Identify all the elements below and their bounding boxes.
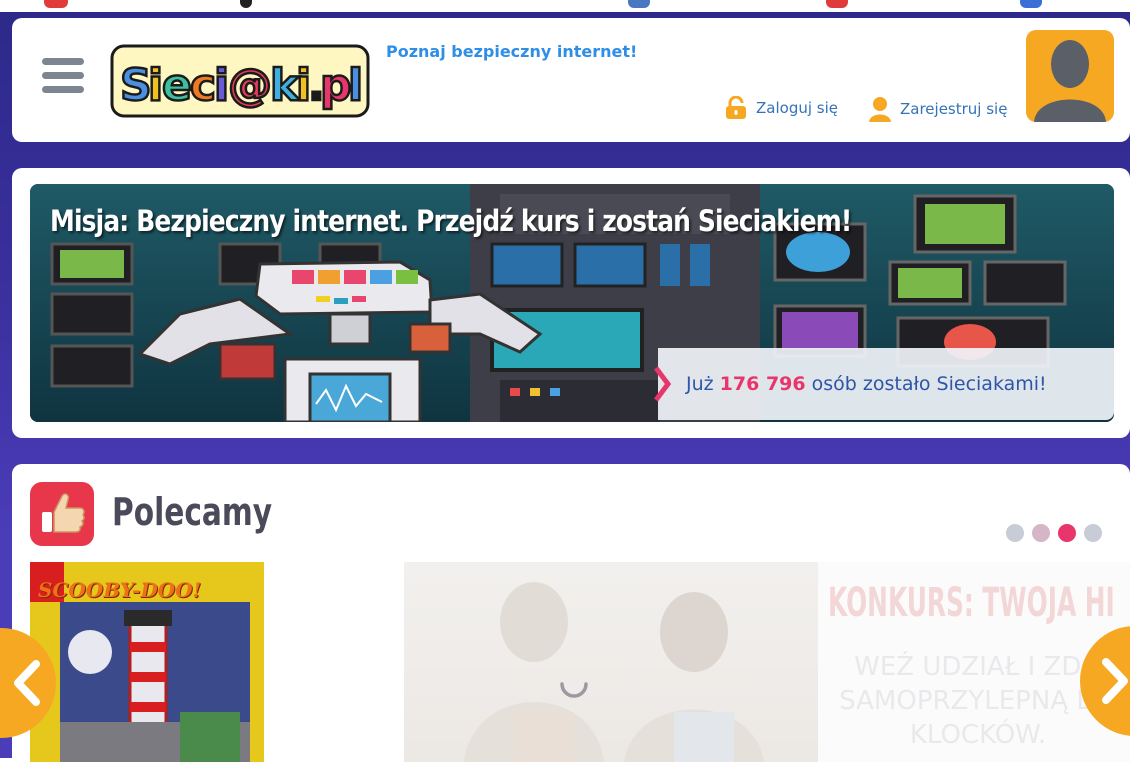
- bookmark-icon[interactable]: [44, 0, 68, 8]
- carousel-dot[interactable]: [1084, 524, 1102, 542]
- counter-suffix: osób zostało Sieciakami!: [811, 373, 1047, 395]
- register-label: Zarejestruj się: [900, 100, 1008, 118]
- bookmark-icon[interactable]: [240, 0, 252, 8]
- sieciaki-counter: Już 176 796 osób zostało Sieciakami!: [654, 348, 1114, 420]
- user-silhouette-icon: [1034, 40, 1106, 122]
- svg-text:i: i: [214, 60, 229, 111]
- login-label: Zaloguj się: [756, 99, 838, 117]
- avatar[interactable]: [1026, 30, 1114, 122]
- counter-prefix: Już: [686, 373, 714, 395]
- carousel-slide-loading[interactable]: [404, 562, 818, 762]
- register-link[interactable]: Zarejestruj się: [868, 96, 1007, 122]
- counter-text: Już 176 796 osób zostało Sieciakami!: [686, 373, 1047, 395]
- lego-box-title: SCOOBY-DOO!: [38, 578, 202, 602]
- mission-banner[interactable]: Misja: Bezpieczny internet. Przejdź kurs…: [30, 184, 1114, 422]
- svg-text:p: p: [320, 60, 352, 111]
- chevron-right-icon: [1102, 658, 1128, 704]
- site-tagline: Poznaj bezpieczny internet!: [386, 42, 638, 61]
- hamburger-menu-icon[interactable]: [42, 58, 84, 96]
- svg-text:@: @: [228, 60, 272, 111]
- chevron-right-icon: [654, 366, 672, 402]
- mission-banner-card: Misja: Bezpieczny internet. Przejdź kurs…: [12, 168, 1130, 438]
- svg-text:e: e: [162, 60, 192, 111]
- thumbs-up-icon: [30, 482, 94, 546]
- site-logo[interactable]: S i e c i @ k i . p l: [110, 40, 370, 120]
- login-link[interactable]: Zaloguj się: [724, 96, 838, 120]
- recommended-title: Polecamy: [112, 490, 273, 534]
- bookmark-icon[interactable]: [1020, 0, 1042, 8]
- carousel-slide-lego[interactable]: SCOOBY-DOO!: [30, 562, 264, 762]
- faded-children-image: [464, 582, 764, 762]
- site-header: S i e c i @ k i . p l Poznaj bezpieczny …: [12, 18, 1130, 142]
- counter-number: 176 796: [719, 373, 806, 395]
- bookmark-bar: [0, 0, 1130, 12]
- padlock-icon: [726, 96, 746, 119]
- carousel-dot[interactable]: [1006, 524, 1024, 542]
- contest-headline: KONKURS: TWOJA HI: [828, 580, 1115, 626]
- loading-spinner-icon: [560, 682, 588, 698]
- carousel-dot[interactable]: [1032, 524, 1050, 542]
- banner-title: Misja: Bezpieczny internet. Przejdź kurs…: [50, 204, 852, 238]
- bookmark-icon[interactable]: [826, 0, 848, 8]
- carousel-pagination: [1006, 524, 1110, 542]
- chevron-left-icon: [14, 660, 40, 706]
- user-icon: [869, 97, 891, 122]
- svg-text:i: i: [148, 60, 163, 111]
- recommended-section: Polecamy SCOOBY-DOO! KONKURS: TWOJA HI W…: [12, 464, 1130, 764]
- svg-text:S: S: [120, 60, 152, 111]
- svg-text:l: l: [348, 60, 363, 111]
- svg-text:c: c: [190, 60, 216, 111]
- bookmark-icon[interactable]: [628, 0, 650, 8]
- carousel-dot-active[interactable]: [1058, 524, 1076, 542]
